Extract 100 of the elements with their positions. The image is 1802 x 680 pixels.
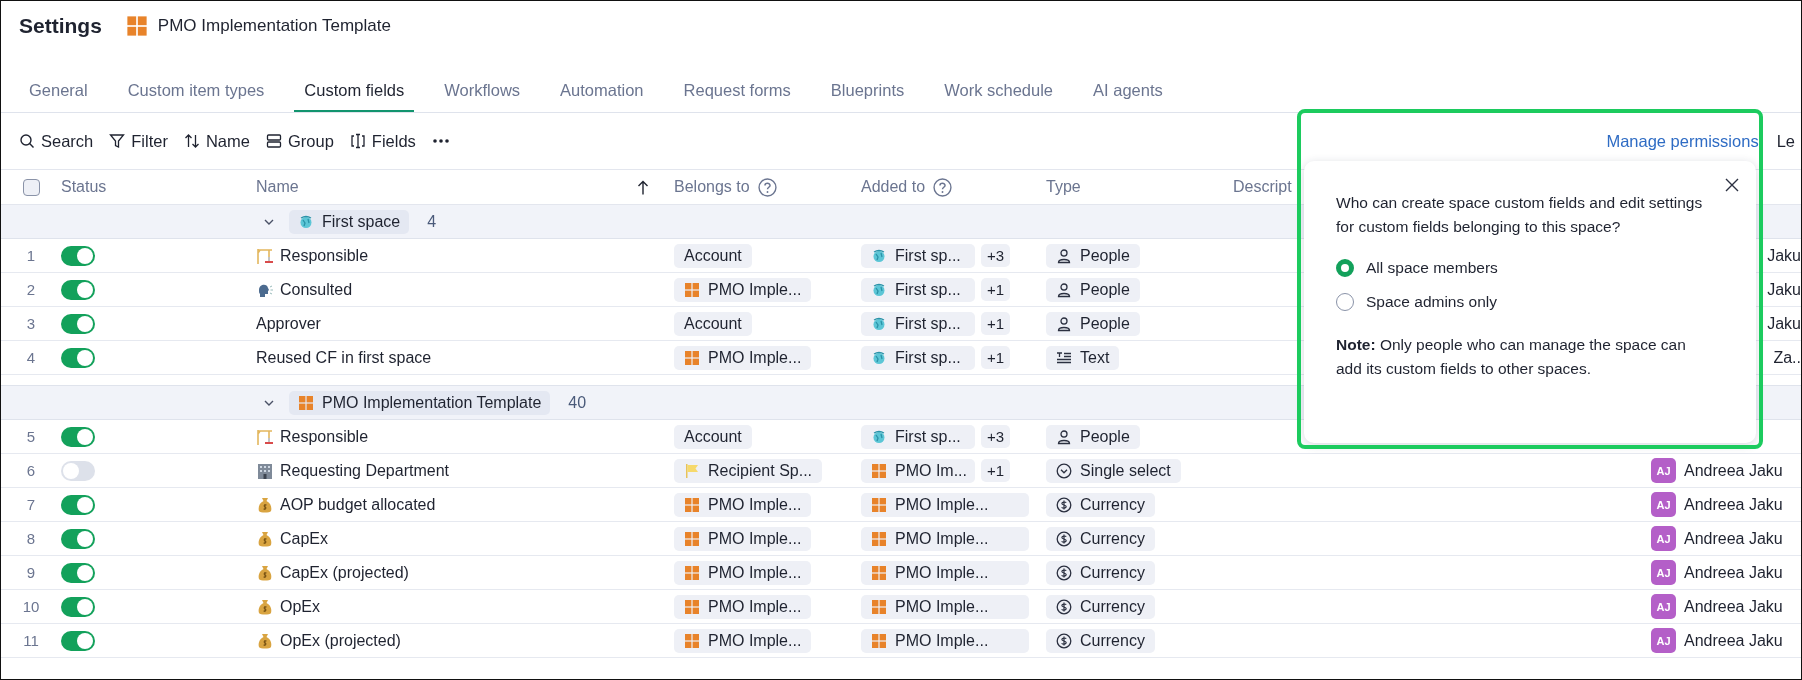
tab[interactable]: Automation — [550, 51, 654, 112]
tab[interactable]: General — [19, 51, 98, 112]
grid-icon — [871, 632, 887, 649]
sort-icon — [183, 133, 200, 149]
row-number: 11 — [23, 632, 39, 649]
field-name: Responsible — [280, 246, 369, 265]
close-icon[interactable] — [1724, 177, 1740, 193]
owner-name: Andreea Jaku — [1684, 529, 1783, 548]
more-count[interactable]: +1 — [981, 346, 1011, 369]
column-header[interactable]: Descript — [1233, 178, 1292, 196]
toolbar-button[interactable]: Name — [177, 127, 260, 155]
space-chip: PMO Imple... — [674, 277, 812, 302]
tab[interactable]: Workflows — [434, 51, 531, 112]
search-icon — [19, 133, 35, 149]
grid-icon — [684, 349, 700, 366]
avatar: AJ — [1651, 458, 1676, 483]
grid-icon — [871, 598, 887, 615]
space-chip: First sp... — [861, 424, 975, 449]
type-chip: Currency — [1046, 492, 1155, 517]
grid-icon — [125, 15, 148, 37]
type-chip: Currency — [1046, 560, 1155, 585]
help-icon[interactable] — [757, 177, 777, 197]
globe-icon — [298, 213, 314, 230]
tab[interactable]: Request forms — [673, 51, 801, 112]
more-count[interactable]: +3 — [981, 244, 1011, 267]
more-count[interactable]: +3 — [981, 425, 1011, 448]
status-toggle[interactable] — [61, 562, 95, 583]
status-toggle[interactable] — [61, 347, 95, 368]
group-chip: PMO Implementation Template — [289, 390, 551, 415]
owner-name: Andreea Jaku — [1684, 597, 1783, 616]
person-icon — [1056, 247, 1072, 264]
avatar: AJ — [1651, 560, 1676, 585]
toolbar-button[interactable]: Filter — [103, 127, 178, 155]
space-chip: First sp... — [861, 311, 975, 336]
column-header[interactable]: Added to — [861, 178, 926, 196]
sort-up-icon[interactable] — [637, 178, 649, 196]
space-chip: PMO Imple... — [861, 560, 1029, 585]
tab[interactable]: AI agents — [1083, 51, 1173, 112]
avatar: AJ — [1651, 628, 1676, 653]
toolbar-button[interactable]: Search — [13, 127, 104, 155]
crane-icon — [256, 246, 274, 265]
field-name: OpEx — [280, 597, 320, 616]
field-name: Reused CF in first space — [256, 348, 432, 367]
status-toggle[interactable] — [61, 313, 95, 334]
space-chip: Account — [674, 424, 752, 449]
row-number: 5 — [26, 428, 36, 445]
space-chip: PMO Imple... — [861, 526, 1029, 551]
status-toggle[interactable] — [61, 528, 95, 549]
owner-name: Andreea Jaku — [1684, 563, 1783, 582]
tab[interactable]: Blueprints — [820, 51, 915, 112]
toolbar-button[interactable]: Fields — [343, 127, 426, 155]
more-icon[interactable] — [431, 138, 450, 144]
column-header[interactable]: Name — [256, 178, 299, 196]
status-toggle[interactable] — [61, 630, 95, 651]
status-toggle[interactable] — [61, 279, 95, 300]
grid-icon — [298, 394, 314, 411]
help-icon[interactable] — [933, 177, 953, 197]
more-count[interactable]: +1 — [981, 459, 1011, 482]
status-toggle[interactable] — [61, 460, 95, 481]
dollar-circle-icon — [1056, 632, 1072, 649]
grid-icon — [871, 462, 887, 479]
select-all-checkbox[interactable] — [22, 178, 40, 196]
owner-name: Jaku — [1767, 280, 1801, 299]
radio-button[interactable] — [1336, 259, 1354, 277]
field-name: Approver — [256, 314, 321, 333]
tab[interactable]: Custom item types — [117, 51, 275, 112]
status-toggle[interactable] — [61, 494, 95, 515]
more-count[interactable]: +1 — [981, 312, 1011, 335]
column-header[interactable]: Type — [1046, 178, 1081, 196]
space-chip: PMO Imple... — [674, 628, 812, 653]
space-chip: Recipient Sp... — [674, 458, 823, 483]
column-header[interactable]: Status — [61, 178, 107, 196]
tab[interactable]: Work schedule — [934, 51, 1064, 112]
space-chip: First sp... — [861, 277, 975, 302]
group-chip: First space — [289, 209, 410, 234]
avatar: AJ — [1651, 526, 1676, 551]
owner-name: Andreea Jaku — [1684, 631, 1783, 650]
filter-icon — [109, 133, 126, 149]
row-number: 3 — [26, 315, 36, 332]
text-lines-icon — [1056, 349, 1072, 366]
space-chip: Account — [674, 243, 752, 268]
radio-label[interactable]: Space admins only — [1366, 293, 1497, 311]
manage-permissions-link[interactable]: Manage permissions — [1606, 131, 1759, 151]
toolbar-button[interactable]: Le — [1776, 131, 1795, 151]
column-header[interactable]: Belongs to — [674, 178, 750, 196]
status-toggle[interactable] — [61, 426, 95, 447]
space-chip: PMO Im... — [861, 458, 975, 483]
radio-label[interactable]: All space members — [1366, 259, 1498, 277]
row-number: 8 — [26, 530, 36, 547]
tab[interactable]: Custom fields — [294, 51, 415, 112]
building-icon — [256, 461, 274, 480]
status-toggle[interactable] — [61, 245, 95, 266]
globe-icon — [871, 315, 887, 332]
group-count: 40 — [568, 393, 587, 412]
toolbar-button[interactable]: Group — [259, 127, 344, 155]
more-count[interactable]: +1 — [981, 278, 1011, 301]
row-number: 9 — [26, 564, 36, 581]
status-toggle[interactable] — [61, 596, 95, 617]
field-name: Requesting Department — [280, 461, 449, 480]
money-bag-icon — [256, 597, 274, 616]
